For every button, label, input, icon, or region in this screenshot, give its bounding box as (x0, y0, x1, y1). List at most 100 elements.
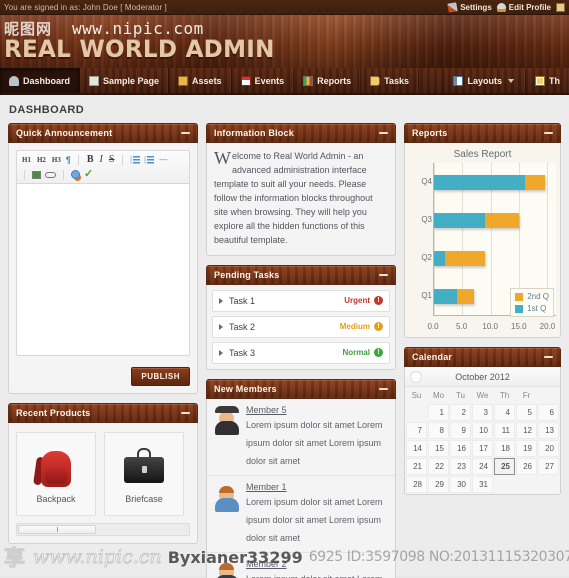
member-name-link[interactable]: Member 5 (246, 405, 388, 415)
calendar-day-cell[interactable]: 6 (538, 404, 559, 421)
edit-profile-link[interactable]: Edit Profile (496, 2, 551, 12)
nav-label: Assets (192, 75, 222, 86)
product-card-backpack[interactable]: Backpack (16, 432, 96, 516)
publish-button[interactable]: PUBLISH (131, 367, 190, 386)
calendar-day-cell[interactable]: 11 (494, 422, 515, 439)
calendar-icon (240, 75, 251, 86)
calendar-day-cell[interactable]: 15 (428, 440, 449, 457)
banner-watermark-url: www.nipic.com (72, 19, 204, 38)
heading3-button[interactable]: H3 (51, 156, 62, 165)
link-icon[interactable] (45, 171, 56, 178)
products-scroll-thumb[interactable] (18, 525, 96, 534)
calendar-day-cell[interactable]: 28 (406, 476, 427, 493)
calendar-day-cell[interactable]: 7 (406, 422, 427, 439)
nav-item-tasks[interactable]: Tasks (361, 68, 419, 93)
collapse-icon[interactable] (181, 132, 190, 134)
nav-item-events[interactable]: Events (232, 68, 295, 93)
collapse-icon[interactable] (544, 356, 553, 358)
heading2-button[interactable]: H2 (36, 156, 47, 165)
chart-bar-segment (434, 250, 446, 266)
calendar-day-cell[interactable]: 14 (406, 440, 427, 457)
widget-header: New Members (206, 378, 396, 399)
calendar-weekday: Fr (522, 391, 531, 400)
nav-item-assets[interactable]: Assets (169, 68, 232, 93)
calendar-day-cell[interactable]: 12 (516, 422, 537, 439)
calendar-day-cell[interactable]: 26 (516, 458, 537, 475)
task-row[interactable]: Task 2 Medium ! (212, 315, 390, 338)
hr-icon[interactable]: — (158, 155, 168, 165)
widget-body: Sales Report Q1 Q2 Q3 Q4 0.0 5.0 10.0 15.0 20.0… (404, 143, 561, 338)
calendar-day-cell[interactable]: 18 (494, 440, 515, 457)
calendar-day-cell[interactable]: 5 (516, 404, 537, 421)
heading1-button[interactable]: H1 (21, 156, 32, 165)
calendar-week-row: 7 8 9 10 11 12 13 (406, 422, 559, 439)
calendar-day-cell[interactable]: 22 (428, 458, 449, 475)
calendar-day-cell[interactable]: 2 (450, 404, 471, 421)
ol-icon[interactable] (144, 156, 155, 164)
task-row[interactable]: Task 3 Normal ! (212, 341, 390, 364)
strikethrough-button[interactable]: S (108, 154, 116, 166)
ul-icon[interactable] (130, 156, 141, 164)
collapse-icon[interactable] (181, 412, 190, 414)
layouts-icon (453, 75, 464, 86)
nav-item-layouts[interactable]: Layouts (443, 68, 525, 93)
calendar-day-cell[interactable]: 27 (538, 458, 559, 475)
prev-month-button[interactable] (410, 371, 422, 383)
products-scrollbar[interactable] (16, 523, 190, 536)
widget-header: Recent Products (8, 403, 198, 423)
settings-icon[interactable] (71, 170, 80, 179)
chart-title: Sales Report (453, 149, 512, 160)
chart-bar-segment (456, 288, 474, 304)
calendar-day-cell[interactable]: 1 (428, 404, 449, 421)
announcement-textarea[interactable] (16, 184, 190, 356)
calendar-day-cell[interactable]: 19 (516, 440, 537, 457)
widget-new-members: New Members Member 5 Lorem ipsum dolor s… (206, 378, 396, 578)
nav-item-themes[interactable]: Th (525, 68, 569, 93)
calendar-day-cell[interactable]: 20 (538, 440, 559, 457)
calendar-day-cell[interactable]: 24 (472, 458, 493, 475)
member-name-link[interactable]: Member 2 (246, 559, 388, 569)
calendar-day-cell[interactable]: 4 (494, 404, 515, 421)
calendar-day-cell[interactable]: 17 (472, 440, 493, 457)
image-icon[interactable] (32, 170, 41, 179)
calendar-day-cell[interactable]: 3 (472, 404, 493, 421)
product-card-briefcase[interactable]: Briefcase (104, 432, 184, 516)
collapse-icon[interactable] (379, 273, 388, 276)
collapse-icon[interactable] (379, 387, 388, 390)
italic-button[interactable]: I (99, 154, 104, 166)
status-badge: ! (374, 348, 383, 358)
nav-item-sample-page[interactable]: Sample Page (80, 68, 170, 93)
backpack-icon (33, 445, 79, 489)
calendar-day-cell[interactable]: 8 (428, 422, 449, 439)
bold-button[interactable]: B (86, 154, 95, 166)
calendar-day-cell[interactable]: 25 (494, 458, 515, 475)
collapse-icon[interactable] (379, 132, 388, 134)
calendar-empty-cell (538, 476, 559, 493)
calendar-day-cell[interactable]: 21 (406, 458, 427, 475)
widget-title: Pending Tasks (214, 269, 280, 280)
task-row[interactable]: Task 1 Urgent ! (212, 289, 390, 312)
page-title: DASHBOARD (9, 104, 85, 116)
member-name-link[interactable]: Member 1 (246, 482, 388, 492)
calendar-day-cell[interactable]: 30 (450, 476, 471, 493)
calendar-month-label: October 2012 (455, 371, 510, 382)
site-logo: REAL WORLD ADMIN (4, 37, 275, 63)
collapse-icon[interactable] (544, 132, 553, 134)
nav-item-dashboard[interactable]: Dashboard (0, 68, 81, 93)
calendar-day-cell[interactable]: 31 (472, 476, 493, 493)
calendar-day-cell[interactable]: 9 (450, 422, 471, 439)
calendar-day-cell[interactable]: 13 (538, 422, 559, 439)
chart-y-tick-label: Q1 (421, 291, 432, 300)
calendar-day-cell[interactable]: 23 (450, 458, 471, 475)
settings-link[interactable]: Settings (447, 1, 492, 13)
panel-icon[interactable] (556, 2, 565, 12)
calendar-day-cell[interactable]: 16 (450, 440, 471, 457)
check-icon[interactable]: ✓ (84, 169, 93, 180)
toolbar-divider (122, 155, 124, 165)
calendar-weekday: Th (499, 391, 510, 400)
calendar-day-cell[interactable]: 10 (472, 422, 493, 439)
pilcrow-icon[interactable]: ¶ (66, 155, 71, 165)
calendar-day-cell[interactable]: 29 (428, 476, 449, 493)
nav-item-reports[interactable]: Reports (294, 68, 362, 93)
chart-bar-segment (485, 212, 520, 228)
